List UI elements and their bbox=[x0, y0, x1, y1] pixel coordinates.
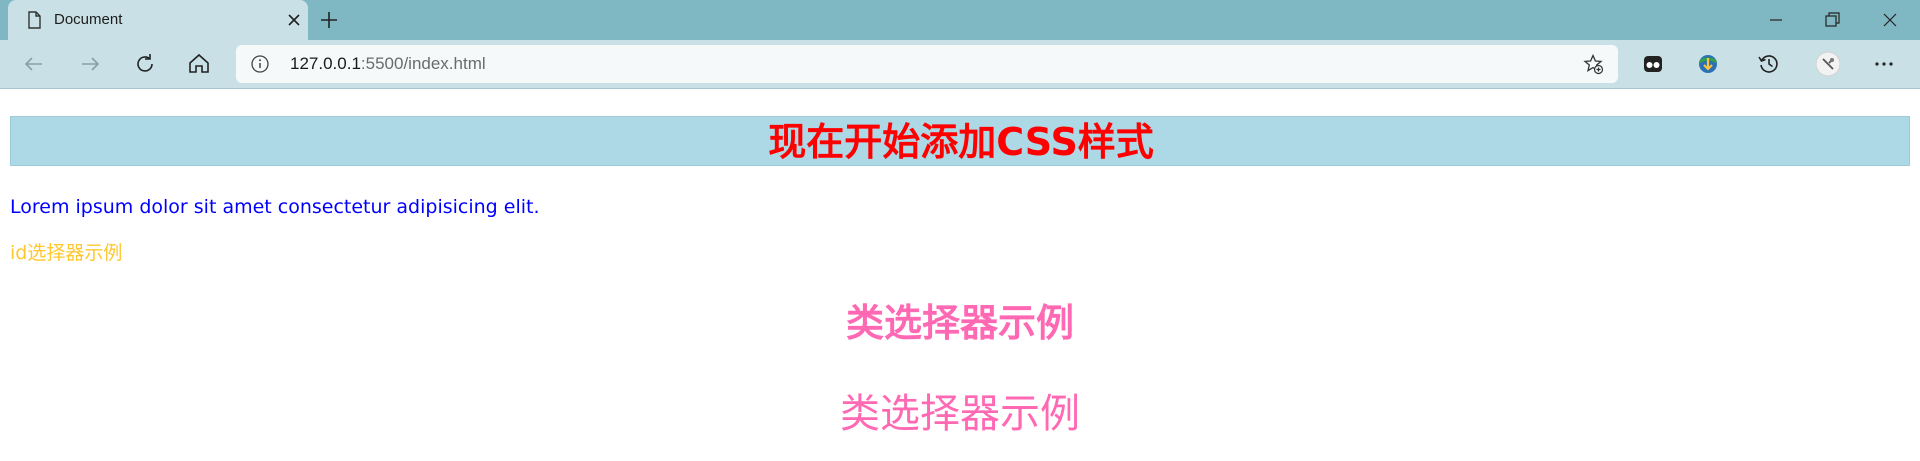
document-icon bbox=[24, 10, 44, 30]
class-selector-heading: 类选择器示例 bbox=[845, 301, 1074, 345]
forward-arrow-icon[interactable] bbox=[76, 50, 104, 78]
refresh-icon[interactable] bbox=[131, 50, 159, 78]
tab-title: Document bbox=[54, 11, 123, 28]
plus-icon[interactable] bbox=[318, 9, 340, 31]
history-icon[interactable] bbox=[1755, 50, 1783, 78]
extension-icon[interactable] bbox=[1639, 50, 1667, 78]
profile-avatar-icon[interactable] bbox=[1814, 50, 1842, 78]
class-selector-paragraph: 类选择器示例 bbox=[840, 391, 1080, 437]
page-content: 现在开始添加CSS样式 Lorem ipsum dolor sit amet c… bbox=[0, 89, 1920, 461]
url-path: :5500/index.html bbox=[360, 54, 486, 73]
page-heading: 现在开始添加CSS样式 bbox=[768, 120, 1154, 164]
url-host: 127.0.0.1 bbox=[290, 54, 361, 73]
address-url[interactable]: 127.0.0.1:5500/index.html bbox=[290, 54, 486, 74]
window-close-icon[interactable] bbox=[1872, 6, 1908, 34]
download-manager-icon[interactable] bbox=[1694, 50, 1722, 78]
tab-document[interactable]: Document bbox=[8, 0, 308, 40]
info-icon[interactable] bbox=[250, 54, 270, 74]
address-bar[interactable]: 127.0.0.1:5500/index.html bbox=[236, 45, 1618, 83]
lorem-paragraph: Lorem ipsum dolor sit amet consectetur a… bbox=[10, 196, 540, 218]
page-heading-box: 现在开始添加CSS样式 bbox=[10, 116, 1910, 166]
tab-strip: Document bbox=[0, 0, 1920, 40]
minimize-icon[interactable] bbox=[1758, 6, 1794, 34]
id-selector-example: id选择器示例 bbox=[10, 242, 123, 264]
restore-icon[interactable] bbox=[1814, 6, 1850, 34]
back-arrow-icon[interactable] bbox=[20, 50, 48, 78]
browser-toolbar: 127.0.0.1:5500/index.html bbox=[0, 40, 1920, 89]
browser-window: Document 127.0.0.1:5500/index.html 现在开始添… bbox=[0, 0, 1920, 461]
more-options-icon[interactable] bbox=[1870, 50, 1898, 78]
add-favorite-icon[interactable] bbox=[1582, 53, 1604, 75]
close-icon[interactable] bbox=[284, 10, 304, 30]
home-icon[interactable] bbox=[185, 50, 213, 78]
